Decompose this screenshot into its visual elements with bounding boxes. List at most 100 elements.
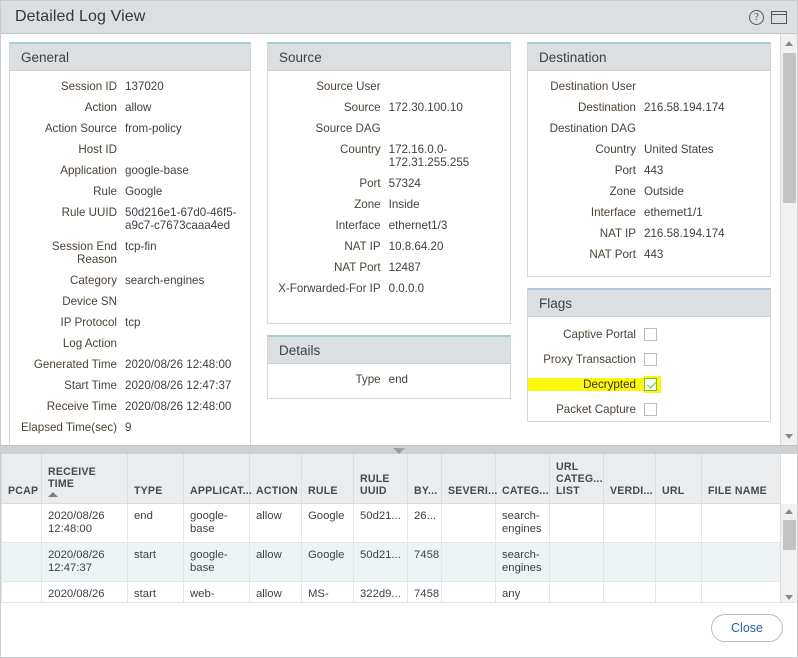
- col-header-category[interactable]: CATEG...: [496, 454, 550, 503]
- cell-bytes: 26...: [408, 503, 442, 542]
- table-row[interactable]: 2020/08/26 12:47:37 start google-base al…: [2, 542, 781, 581]
- scroll-up-arrow-icon[interactable]: [781, 35, 797, 51]
- panel-details-header: Details: [268, 337, 510, 364]
- field-row: Start Time2020/08/26 12:47:37: [10, 379, 240, 392]
- col-header-bytes[interactable]: BY...: [408, 454, 442, 503]
- field-value: ethernet1/3: [389, 219, 500, 232]
- col-header-rule[interactable]: RULE: [302, 454, 354, 503]
- detail-panels-scrollbar[interactable]: [780, 34, 797, 445]
- panel-source-body: Source User Source172.30.100.10 Source D…: [268, 71, 510, 310]
- field-label: X-Forwarded-For IP: [268, 282, 389, 295]
- scroll-down-arrow-icon[interactable]: [781, 428, 797, 444]
- flag-checkbox-wrap: [644, 326, 661, 343]
- col-header-application[interactable]: APPLICAT...: [184, 454, 250, 503]
- cell-category: any: [496, 581, 550, 604]
- panel-columns: General Session ID137020 Actionallow Act…: [1, 34, 779, 445]
- table-row[interactable]: 2020/08/26 12:47:37 start web-browsing a…: [2, 581, 781, 604]
- field-value: 50d216e1-67d0-46f5-a9c7-c7673caaa4ed: [125, 206, 240, 232]
- field-label: Elapsed Time(sec): [10, 421, 125, 434]
- field-value: [389, 80, 500, 93]
- field-value: allow: [125, 101, 240, 114]
- field-value: 2020/08/26 12:48:00: [125, 400, 240, 413]
- field-label: Session End Reason: [10, 240, 125, 266]
- col-header-rule-uuid[interactable]: RULE UUID: [354, 454, 408, 503]
- table-scrollbar-thumb[interactable]: [783, 520, 796, 550]
- field-row: Generated Time2020/08/26 12:48:00: [10, 358, 240, 371]
- col-header-pcap[interactable]: PCAP: [2, 454, 42, 503]
- field-value: [644, 80, 760, 93]
- flag-label: Captive Portal: [528, 328, 644, 341]
- field-value: 12487: [389, 261, 500, 274]
- panel-flags: Flags Captive Portal Proxy Transaction D…: [527, 288, 771, 422]
- field-label: Source: [268, 101, 389, 114]
- field-value: 10.8.64.20: [389, 240, 500, 253]
- field-row: NAT IP216.58.194.174: [528, 227, 760, 240]
- flag-label: Proxy Transaction: [528, 353, 644, 366]
- table-scroll-up-arrow-icon[interactable]: [781, 504, 797, 518]
- scrollbar-thumb[interactable]: [783, 53, 796, 203]
- checkbox-unchecked-icon[interactable]: [644, 328, 657, 341]
- log-table-scrollbar[interactable]: [780, 504, 797, 604]
- field-label: NAT IP: [268, 240, 389, 253]
- col-header-label: RECEIVE TIME: [48, 466, 96, 490]
- window-restore-icon[interactable]: [771, 11, 787, 24]
- col-header-url[interactable]: URL: [656, 454, 702, 503]
- field-row: Country172.16.0.0-172.31.255.255: [268, 143, 500, 169]
- help-circle-icon[interactable]: ?: [749, 10, 764, 25]
- cell-pcap: [2, 581, 42, 604]
- field-value: 443: [644, 164, 760, 177]
- cell-category: search-engines: [496, 542, 550, 581]
- field-row: Elapsed Time(sec)9: [10, 421, 240, 434]
- panel-general: General Session ID137020 Actionallow Act…: [9, 42, 251, 445]
- field-value: from-policy: [125, 122, 240, 135]
- col-header-receive-time[interactable]: RECEIVE TIME: [42, 454, 128, 503]
- field-row: ZoneOutside: [528, 185, 760, 198]
- flag-label: Packet Capture: [528, 403, 644, 416]
- field-label: NAT IP: [528, 227, 644, 240]
- field-label: Session ID: [10, 80, 125, 93]
- flag-row-captive-portal[interactable]: Captive Portal: [528, 326, 760, 343]
- flag-row-decrypted[interactable]: Decrypted: [528, 376, 760, 393]
- field-label: Application: [10, 164, 125, 177]
- field-label: NAT Port: [528, 248, 644, 261]
- col-header-severity[interactable]: SEVERI...: [442, 454, 496, 503]
- field-row: Receive Time2020/08/26 12:48:00: [10, 400, 240, 413]
- checkbox-unchecked-icon[interactable]: [644, 353, 657, 366]
- col-header-verdict[interactable]: VERDI...: [604, 454, 656, 503]
- detail-panels-region: General Session ID137020 Actionallow Act…: [1, 34, 797, 445]
- field-label: Generated Time: [10, 358, 125, 371]
- field-row: Port443: [528, 164, 760, 177]
- field-value: 9: [125, 421, 240, 434]
- field-label: Log Action: [10, 337, 125, 350]
- field-row: IP Protocoltcp: [10, 316, 240, 329]
- cell-bytes: 7458: [408, 542, 442, 581]
- checkbox-unchecked-icon[interactable]: [644, 403, 657, 416]
- panel-splitter[interactable]: [1, 445, 797, 454]
- panel-details-body: Typeend: [268, 364, 510, 398]
- panel-flags-header: Flags: [528, 290, 770, 317]
- cell-receive-time: 2020/08/26 12:48:00: [42, 503, 128, 542]
- field-value: tcp: [125, 316, 240, 329]
- cell-url-category-list: [550, 581, 604, 604]
- col-header-action[interactable]: ACTION: [250, 454, 302, 503]
- cell-verdict: [604, 581, 656, 604]
- checkbox-checked-icon[interactable]: [644, 378, 657, 391]
- column-general: General Session ID137020 Actionallow Act…: [1, 42, 259, 445]
- col-header-file-name[interactable]: FILE NAME: [702, 454, 781, 503]
- field-row: RuleGoogle: [10, 185, 240, 198]
- detailed-log-view-dialog: Detailed Log View ? General Session ID13…: [0, 0, 798, 658]
- col-header-type[interactable]: TYPE: [128, 454, 184, 503]
- field-value: 216.58.194.174: [644, 101, 760, 114]
- cell-url: [656, 542, 702, 581]
- close-button[interactable]: Close: [711, 614, 783, 642]
- cell-rule-uuid: 50d21...: [354, 542, 408, 581]
- field-label: Zone: [268, 198, 389, 211]
- dialog-footer: Close: [1, 602, 797, 657]
- field-label: Host ID: [10, 143, 125, 156]
- panel-general-body: Session ID137020 Actionallow Action Sour…: [10, 71, 250, 445]
- table-row[interactable]: 2020/08/26 12:48:00 end google-base allo…: [2, 503, 781, 542]
- flag-row-packet-capture[interactable]: Packet Capture: [528, 401, 760, 418]
- flag-row-proxy-transaction[interactable]: Proxy Transaction: [528, 351, 760, 368]
- col-header-url-category-list[interactable]: URL CATEG... LIST: [550, 454, 604, 503]
- field-row: Typeend: [268, 373, 500, 386]
